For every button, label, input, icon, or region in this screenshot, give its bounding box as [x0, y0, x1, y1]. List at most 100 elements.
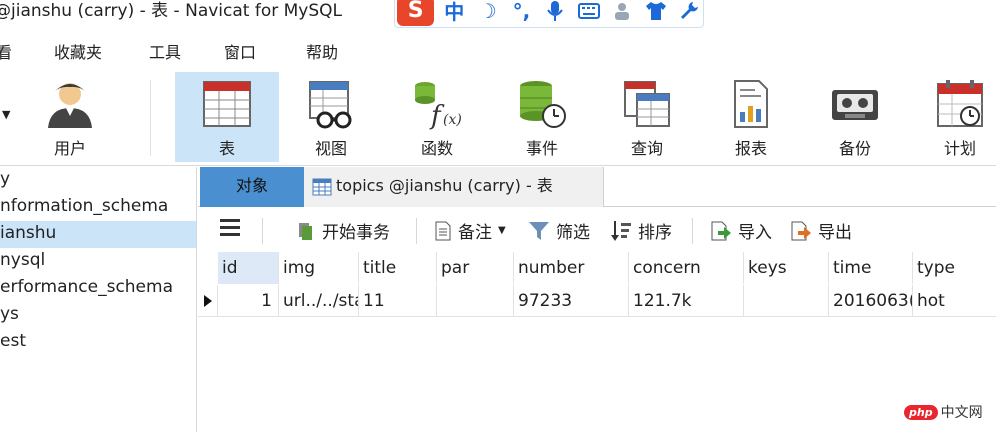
tree-item-test[interactable]: est	[0, 329, 196, 356]
tree-item-sys[interactable]: ys	[0, 302, 196, 329]
sort-icon	[611, 220, 631, 241]
cell-id[interactable]: 1	[218, 285, 279, 317]
column-header-number[interactable]: number	[514, 252, 629, 284]
transaction-icon	[299, 222, 312, 240]
table-icon	[203, 81, 251, 127]
tab-objects[interactable]: 对象	[200, 167, 304, 207]
toolbar-report-button[interactable]: 报表	[699, 72, 803, 162]
php-logo: php	[904, 404, 938, 420]
filter-button[interactable]: 筛选	[528, 218, 590, 243]
function-icon: f (x)	[415, 82, 462, 130]
toolbar-divider	[262, 218, 263, 244]
window-title: @jianshu (carry) - 表 - Navicat for MySQL	[0, 1, 343, 21]
import-label: 导入	[738, 223, 772, 243]
column-header-concern[interactable]: concern	[629, 252, 744, 284]
cell-keys[interactable]	[744, 285, 829, 317]
memo-dropdown-icon[interactable]: ▼	[498, 225, 506, 236]
toolbar-function-button[interactable]: f (x) 函数	[385, 72, 489, 162]
toolbar-query-label: 查询	[630, 139, 663, 158]
toolbar-view-label: 视图	[314, 139, 347, 158]
ime-microphone-icon[interactable]	[541, 0, 569, 25]
toolbar-backup-label: 备份	[838, 139, 871, 158]
toolbar-schedule-label: 计划	[943, 139, 976, 158]
toolbar-backup-button[interactable]: 备份	[803, 72, 907, 162]
watermark-text: 中文网	[940, 405, 983, 421]
cell-title[interactable]: 11	[359, 285, 437, 317]
menu-view[interactable]: 看	[0, 39, 12, 63]
ime-punctuation-icon[interactable]: °,	[508, 0, 536, 25]
toolbar-report-label: 报表	[734, 139, 767, 158]
table-row[interactable]: 1 url../../sta 11 97233 121.7k 2016063( …	[198, 285, 996, 317]
toolbar-schedule-button[interactable]: 计划	[908, 72, 996, 162]
watermark: php 中文网	[904, 402, 983, 422]
sort-button[interactable]: 排序	[610, 218, 672, 243]
memo-button[interactable]: 备注 ▼	[434, 218, 506, 243]
column-header-type[interactable]: type	[913, 252, 996, 284]
begin-transaction-button[interactable]: 开始事务	[296, 218, 390, 243]
column-header-img[interactable]: img	[279, 252, 359, 284]
view-icon	[309, 81, 352, 129]
cell-img[interactable]: url../../sta	[279, 285, 359, 317]
filter-icon	[529, 221, 549, 240]
tab-topics-label: topics @jianshu (carry) - 表	[336, 176, 553, 195]
ime-chinese-mode[interactable]: 中	[440, 0, 468, 25]
tree-item-jianshu[interactable]: ianshu	[0, 221, 196, 248]
cell-type[interactable]: hot	[913, 285, 996, 317]
filter-label: 筛选	[556, 223, 590, 243]
svg-text:(x): (x)	[443, 112, 462, 128]
menu-window[interactable]: 窗口	[224, 39, 256, 63]
toolbar-event-button[interactable]: 事件	[490, 72, 594, 162]
connection-tree: y nformation_schema ianshu nysql erforma…	[0, 167, 197, 432]
toolbar-function-label: 函数	[420, 139, 453, 158]
ime-moon-icon[interactable]: ☽	[474, 0, 502, 25]
tab-topics-table[interactable]: topics @jianshu (carry) - 表	[304, 167, 604, 207]
export-button[interactable]: 导出	[790, 218, 852, 243]
tree-item-information-schema[interactable]: nformation_schema	[0, 194, 196, 221]
report-icon	[734, 80, 768, 128]
menu-tools[interactable]: 工具	[149, 39, 181, 63]
user-icon	[48, 83, 92, 128]
tree-item-mysql[interactable]: nysql	[0, 248, 196, 275]
ime-user-icon[interactable]	[608, 0, 636, 25]
begin-transaction-label: 开始事务	[322, 223, 390, 243]
grid-header-row: id img title par number concern keys tim…	[198, 252, 996, 284]
row-marker[interactable]	[198, 285, 218, 316]
main-toolbar: ▼ 用户 表 视图 f (x) 函数 事件 查询 报表 备份 计划	[0, 68, 996, 166]
column-header-title[interactable]: title	[359, 252, 437, 284]
column-header-time[interactable]: time	[829, 252, 913, 284]
hamburger-menu-button[interactable]	[220, 218, 240, 236]
dropdown-arrow-icon[interactable]: ▼	[2, 108, 10, 121]
toolbar-divider	[416, 218, 417, 244]
schedule-icon	[937, 80, 983, 127]
menu-help[interactable]: 帮助	[306, 39, 338, 63]
menu-favorites[interactable]: 收藏夹	[54, 39, 102, 63]
tree-item-performance-schema[interactable]: erformance_schema	[0, 275, 196, 302]
toolbar-query-button[interactable]: 查询	[595, 72, 699, 162]
ime-tools-icon[interactable]	[675, 0, 703, 25]
table-icon	[312, 178, 332, 195]
cell-number[interactable]: 97233	[514, 285, 629, 317]
column-header-keys[interactable]: keys	[744, 252, 829, 284]
title-bar: @jianshu (carry) - 表 - Navicat for MySQL…	[0, 0, 996, 30]
sort-label: 排序	[638, 223, 672, 243]
hamburger-icon	[220, 219, 240, 236]
ime-keyboard-icon[interactable]	[575, 0, 603, 25]
column-header-id[interactable]: id	[218, 252, 279, 284]
toolbar-table-label: 表	[218, 139, 235, 158]
sogou-logo-icon[interactable]: S	[397, 0, 435, 26]
toolbar-divider	[692, 218, 693, 244]
ime-toolbar[interactable]: S 中 ☽ °,	[394, 0, 704, 28]
cell-concern[interactable]: 121.7k	[629, 285, 744, 317]
cell-time[interactable]: 2016063(	[829, 285, 913, 317]
tree-item-y[interactable]: y	[0, 167, 196, 194]
row-marker-header	[198, 252, 218, 284]
toolbar-divider	[150, 80, 151, 156]
toolbar-view-button[interactable]: 视图	[279, 72, 383, 162]
ime-skin-icon[interactable]	[642, 0, 670, 25]
cell-par[interactable]	[437, 285, 514, 317]
import-button[interactable]: 导入	[710, 218, 772, 243]
toolbar-user-label: 用户	[53, 139, 86, 158]
toolbar-user-button[interactable]: 用户	[18, 72, 122, 162]
toolbar-table-button[interactable]: 表	[175, 72, 279, 162]
column-header-par[interactable]: par	[437, 252, 514, 284]
